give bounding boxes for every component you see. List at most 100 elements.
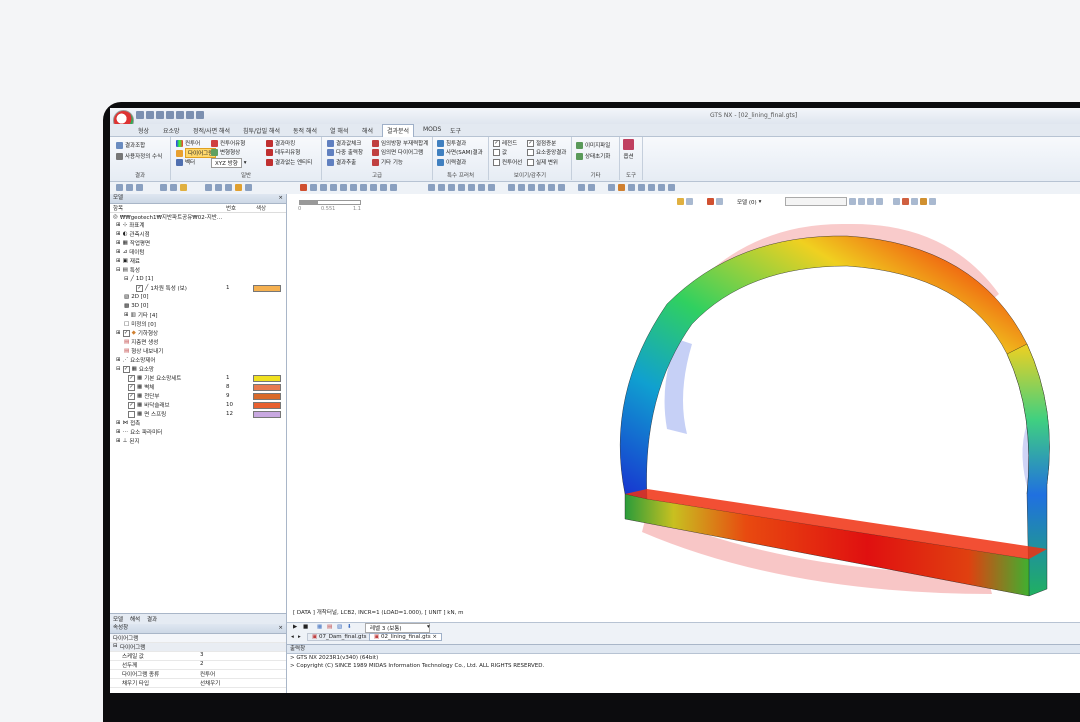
shading-icon[interactable] <box>588 184 595 191</box>
collapse-icon[interactable]: ⊟ <box>124 276 129 282</box>
no-result-entity-button[interactable]: 결과없는 엔티티 <box>266 158 312 166</box>
close-icon[interactable]: × <box>278 194 283 203</box>
doc-tab-dam[interactable]: ▣ 07_Dam_final.gts <box>307 633 372 641</box>
view-icon[interactable] <box>320 184 327 191</box>
contour-button[interactable]: 컨투어 <box>176 139 200 147</box>
play-icon[interactable]: ▶ <box>293 624 297 630</box>
rotate-icon[interactable] <box>458 184 465 191</box>
slope-result-button[interactable]: 사면(SAM)결과 <box>437 148 483 156</box>
tree-item-property[interactable]: ⊟ ▤ 특성 <box>116 266 140 274</box>
zoom-icon[interactable] <box>448 184 455 191</box>
result-extract-button[interactable]: 결과추출 <box>327 158 356 166</box>
menu-analysis[interactable]: 해석 <box>362 126 373 135</box>
check-icon[interactable]: ✓ <box>122 329 130 337</box>
snap-icon[interactable] <box>235 184 242 191</box>
tab-analysis[interactable]: 해석 <box>130 615 140 623</box>
result-marking-button[interactable]: 결과마킹 <box>266 139 295 147</box>
view-cube-icon[interactable] <box>538 184 545 191</box>
open-folder-icon[interactable] <box>146 111 154 119</box>
undo-icon[interactable] <box>176 111 184 119</box>
expand-icon[interactable]: ⊞ <box>116 330 121 336</box>
chevron-down-icon[interactable]: ▾ <box>427 624 430 630</box>
menu-dynamic[interactable]: 동적 해석 <box>293 126 317 135</box>
contour-line-checkbox[interactable]: 컨투어선 <box>493 158 522 166</box>
menu-mesh[interactable]: 요소망 <box>163 126 180 135</box>
level-select[interactable]: 레벨 3 (보통) <box>365 623 430 633</box>
menu-tools[interactable]: 도구 <box>450 126 461 135</box>
tree-item-3d[interactable]: ▩ 3D [0] <box>124 302 148 310</box>
check-icon[interactable]: ✓ <box>128 392 135 400</box>
tree-item-geometry[interactable]: ⊞ ✓ ◆ 기하형상 <box>116 329 158 337</box>
expand-icon[interactable]: ⊞ <box>116 231 121 237</box>
select-icon[interactable] <box>116 184 123 191</box>
tree-item-mesh-set-slab[interactable]: ✓ ▦ 바닥슬래브 10 <box>128 401 286 409</box>
new-file-icon[interactable] <box>136 111 144 119</box>
save-as-icon[interactable] <box>166 111 174 119</box>
filter-icon[interactable] <box>126 184 133 191</box>
check-icon[interactable]: ✓ <box>128 374 135 382</box>
expand-icon[interactable]: ⊞ <box>116 249 121 255</box>
zoom-icon[interactable] <box>438 184 445 191</box>
tree-item-viewpoint[interactable]: ⊞ ◐ 관측시점 <box>116 230 150 238</box>
grid-icon[interactable] <box>225 184 232 191</box>
toggle-icon[interactable] <box>160 184 167 191</box>
options-button[interactable]: 옵션 <box>623 139 634 160</box>
result-check-button[interactable]: 결과값체크 <box>327 139 361 147</box>
check-icon[interactable]: ✓ <box>136 284 143 292</box>
collapse-icon[interactable]: ⊟ <box>116 366 121 372</box>
view-icon[interactable] <box>360 184 367 191</box>
view-cube-icon[interactable] <box>528 184 535 191</box>
shading-icon[interactable] <box>578 184 585 191</box>
close-icon[interactable]: × <box>278 624 283 633</box>
view-icon[interactable] <box>350 184 357 191</box>
menu-thermal[interactable]: 열 해석 <box>330 126 348 135</box>
menu-geometry[interactable]: 형상 <box>138 126 149 135</box>
tree-item-root[interactable]: ◎ ₩₩geotech1₩지반파트공유₩02-지반... <box>113 213 222 221</box>
menu-static[interactable]: 정적/사면 해석 <box>193 126 230 135</box>
tree-item-1d[interactable]: ⊟ ╱ 1D [1] <box>124 275 153 283</box>
render-icon[interactable] <box>618 184 625 191</box>
check-icon[interactable]: ✓ <box>122 365 130 373</box>
view-cube-icon[interactable] <box>558 184 565 191</box>
render-icon[interactable] <box>648 184 655 191</box>
tree-item-datum[interactable]: ⊞ ⊿ 데이텀 <box>116 248 144 256</box>
save-icon[interactable] <box>156 111 164 119</box>
tree-item-coord[interactable]: ⊞ ⊹ 좌표계 <box>116 221 144 229</box>
toggle-icon[interactable] <box>170 184 177 191</box>
property-row-scale[interactable]: 스케일 값3 <box>110 652 286 661</box>
record-icon[interactable]: ▦ <box>317 624 322 630</box>
view-icon[interactable] <box>370 184 377 191</box>
tree-item-workplane[interactable]: ⊞ ▦ 작업평면 <box>116 239 150 247</box>
export-icon[interactable]: ▧ <box>337 624 342 630</box>
expand-icon[interactable]: ⊞ <box>116 222 121 228</box>
tree-item-mesh-set-default[interactable]: ✓ ▦ 기본 요소망세트 1 <box>128 374 286 382</box>
tab-scroll-left-icon[interactable]: ◂ <box>291 634 294 640</box>
tree-item-2d[interactable]: ▧ 2D [0] <box>124 293 148 301</box>
menu-seepage[interactable]: 침투/압밀 해석 <box>243 126 280 135</box>
result-combination-button[interactable]: 결과조합 <box>116 141 145 149</box>
expand-icon[interactable]: ⊞ <box>124 312 129 318</box>
property-row-line-width[interactable]: 선두께 2 <box>110 661 286 670</box>
legend-checkbox[interactable]: ✓ 레전드 <box>493 139 517 147</box>
rotate-icon[interactable] <box>488 184 495 191</box>
rotate-icon[interactable] <box>478 184 485 191</box>
redo-icon[interactable] <box>186 111 194 119</box>
deformed-shape-button[interactable]: 변형형상 <box>211 148 240 156</box>
check-icon[interactable]: ✓ <box>128 401 135 409</box>
collapse-icon[interactable]: ⊟ <box>113 643 118 649</box>
other-functions-button[interactable]: 기타 기능 <box>372 158 403 166</box>
border-type-button[interactable]: 테두리유형 <box>266 148 300 156</box>
render-icon[interactable] <box>638 184 645 191</box>
grid-icon[interactable] <box>205 184 212 191</box>
vector-button[interactable]: 벡터 <box>176 158 195 166</box>
tree-item-contact[interactable]: ⊞ ⋈ 접촉 <box>116 419 140 427</box>
arbitrary-force-button[interactable]: 임의방향 부재력합계 <box>372 139 428 147</box>
property-row-diagram-type[interactable]: 다이어그램 종류 컨투어 <box>110 670 286 679</box>
node-average-checkbox[interactable]: ✓ 절점증분 <box>527 139 556 147</box>
tree-item-other[interactable]: ⊞ ▥ 기타 [4] <box>124 311 157 319</box>
tree-item-mesh-control[interactable]: ⊞ ⋰ 요소망제어 <box>116 356 155 364</box>
xyz-direction-select[interactable]: XYZ 방향 ▾ <box>211 158 247 168</box>
view-cube-icon[interactable] <box>508 184 515 191</box>
collapse-icon[interactable]: ⊟ <box>116 267 121 273</box>
expand-icon[interactable]: ⊞ <box>116 357 121 363</box>
